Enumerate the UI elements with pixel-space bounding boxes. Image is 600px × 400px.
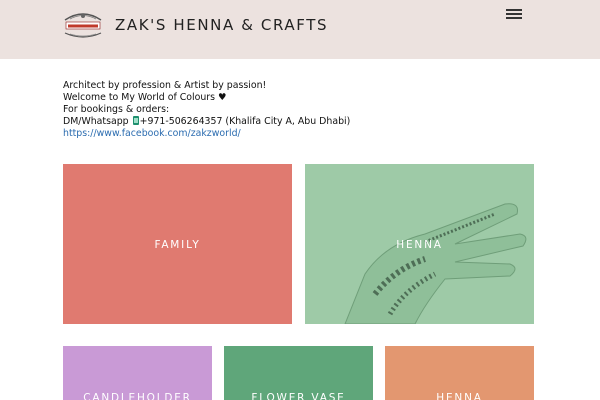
hamburger-menu-icon[interactable] xyxy=(506,9,522,21)
tile-henna[interactable]: HENNA xyxy=(305,164,534,324)
site-header: ZAK'S HENNA & CRAFTS xyxy=(0,0,600,59)
intro-contact-line: DM/Whatsapp +971-506264357 (Khalifa City… xyxy=(63,116,533,128)
facebook-link[interactable]: https://www.facebook.com/zakzworld/ xyxy=(63,128,241,139)
intro-text: Architect by profession & Artist by pass… xyxy=(63,80,533,140)
intro-line: For bookings & orders: xyxy=(63,104,170,115)
phone-number: +971-506264357 (Khalifa City A, Abu Dhab… xyxy=(139,116,351,127)
tile-flower-vase[interactable]: FLOWER VASE xyxy=(224,346,373,400)
tile-label: FAMILY xyxy=(154,239,201,251)
tile-henna-2[interactable]: HENNA xyxy=(385,346,534,400)
zakzworld-logo[interactable] xyxy=(62,11,104,39)
tile-candleholder[interactable]: CANDLEHOLDER xyxy=(63,346,212,400)
tile-label: HENNA xyxy=(396,239,443,251)
tile-family[interactable]: FAMILY xyxy=(63,164,292,324)
intro-line: Architect by profession & Artist by pass… xyxy=(63,80,267,91)
tile-label: HENNA xyxy=(436,392,483,400)
whatsapp-label: DM/Whatsapp xyxy=(63,116,132,127)
intro-line: Welcome to My World of Colours ♥ xyxy=(63,92,227,103)
tile-label: FLOWER VASE xyxy=(251,392,346,400)
tile-label: CANDLEHOLDER xyxy=(83,392,192,400)
site-title[interactable]: ZAK'S HENNA & CRAFTS xyxy=(115,16,328,34)
phone-icon xyxy=(132,116,139,125)
